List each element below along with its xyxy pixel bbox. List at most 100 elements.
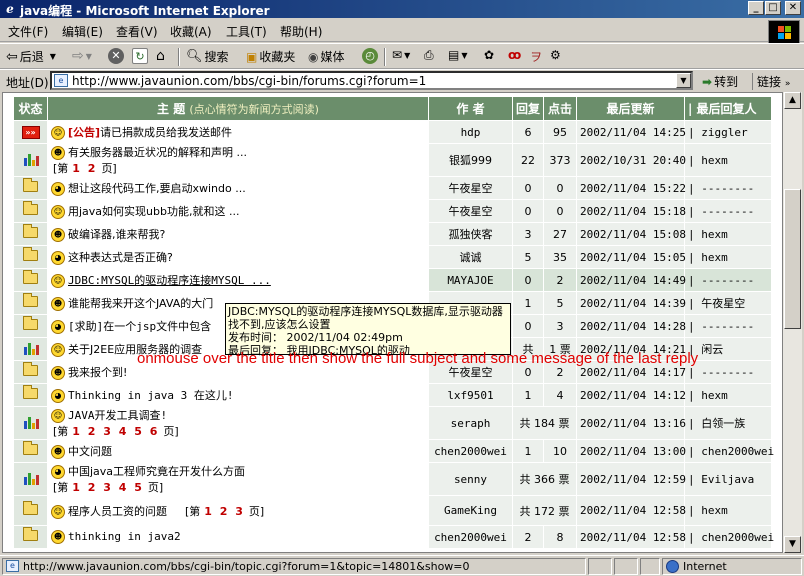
last-replier[interactable]: | -------- (684, 268, 772, 292)
author-link[interactable]: 银狐999 (428, 143, 513, 177)
mood-face-icon[interactable]: ☻ (51, 228, 65, 242)
table-row[interactable]: ◕ 想让这段代码工作,要启动xwindo ... 午夜星空 0 0 2002/11/04 … (13, 176, 772, 200)
author-link[interactable]: chen2000wei (428, 525, 513, 549)
topic-link[interactable]: 有关服务器最近状况的解释和声明 ... (68, 146, 247, 159)
table-row[interactable]: ◕ Thinking in java 3 在这儿! lxf9501 1 4 2002/11… (13, 383, 772, 407)
print-button[interactable]: ⎙ (424, 48, 434, 63)
menu-tools[interactable]: 工具(T) (226, 23, 267, 40)
last-replier[interactable]: | hexm (684, 143, 772, 177)
last-replier[interactable]: | chen2000wei (684, 525, 774, 549)
table-row[interactable]: ☻ 破编译器,谁来帮我? 孤独侠客 3 27 2002/11/04 15:08 | hexm (13, 222, 772, 246)
topic-link[interactable]: 这种表达式是否正确? (68, 251, 173, 264)
scroll-up-button[interactable]: ▲ (784, 92, 801, 109)
mood-face-icon[interactable]: ☺ (51, 409, 65, 423)
table-row[interactable]: ☻ 有关服务器最近状况的解释和声明 ... [第 1 2 页] 银狐999 22 373 200… (13, 143, 772, 177)
mood-face-icon[interactable]: ☻ (51, 297, 65, 311)
last-replier[interactable]: | 白领一族 (684, 406, 772, 440)
table-row[interactable]: »» ☺ [公告]请已捐款成员给我发送邮件 hdp 6 95 2002/11/04 14:2… (13, 120, 772, 144)
menu-view[interactable]: 查看(V) (116, 23, 158, 40)
author-link[interactable]: 午夜星空 (428, 176, 513, 200)
topic-link[interactable]: Thinking in java 3 在这儿! (68, 389, 233, 402)
last-replier[interactable]: | -------- (684, 176, 772, 200)
author-link[interactable]: GameKing (428, 495, 513, 526)
author-link[interactable]: chen2000wei (428, 439, 513, 463)
scroll-down-button[interactable]: ▼ (784, 536, 801, 553)
home-button[interactable]: ⌂ (156, 48, 165, 64)
mood-face-icon[interactable]: ☻ (51, 530, 65, 544)
mood-face-icon[interactable]: ☺ (51, 274, 65, 288)
mail-button[interactable]: ✉ ▼ (392, 48, 410, 62)
last-replier[interactable]: | hexm (684, 222, 772, 246)
stop-button[interactable]: ✕ (108, 48, 124, 64)
mood-face-icon[interactable]: ☺ (51, 205, 65, 219)
last-replier[interactable]: | ziggler (684, 120, 772, 144)
history-button[interactable]: ◴ (362, 48, 378, 64)
last-replier[interactable]: | chen2000wei (684, 439, 774, 463)
menu-file[interactable]: 文件(F) (8, 23, 48, 40)
page-number-links[interactable]: 1 2 (72, 162, 97, 175)
refresh-button[interactable]: ↻ (132, 48, 148, 64)
last-replier[interactable]: | Eviljava (684, 462, 772, 496)
mood-face-icon[interactable]: ☺ (51, 504, 65, 519)
page-number-links[interactable]: 1 2 3 (204, 505, 245, 518)
table-row[interactable]: ◕ 中国java工程师究竟在开发什么方面 [第 1 2 3 4 5 页] senny 共 3… (13, 462, 772, 496)
last-replier[interactable]: | hexm (684, 245, 772, 269)
mood-face-icon[interactable]: ☻ (51, 445, 65, 459)
forward-button[interactable]: ⇨ ▼ (72, 48, 92, 64)
page-number-links[interactable]: 1 2 3 4 5 (72, 481, 144, 494)
close-button[interactable]: ✕ (785, 1, 801, 15)
last-replier[interactable]: | 午夜星空 (684, 291, 772, 315)
mood-face-icon[interactable]: ☻ (51, 366, 65, 380)
mood-face-icon[interactable]: ◕ (51, 182, 65, 196)
author-link[interactable]: seraph (428, 406, 513, 440)
edit-button[interactable]: ▤ ▼ (448, 48, 468, 62)
scroll-thumb[interactable] (784, 189, 801, 329)
topic-link[interactable]: [求助]在一个jsp文件中包含 (68, 320, 211, 333)
topic-link[interactable]: thinking in java2 (68, 530, 181, 543)
mood-face-icon[interactable]: ◕ (51, 320, 65, 334)
menu-edit[interactable]: 编辑(E) (62, 23, 103, 40)
search-button[interactable]: 🔍︎ 搜索 (186, 48, 229, 65)
author-link[interactable]: 孤独侠客 (428, 222, 513, 246)
tool-button[interactable]: ⚙ (550, 48, 561, 62)
mood-face-icon[interactable]: ◕ (51, 389, 65, 403)
media-button[interactable]: ◉ 媒体 (308, 48, 345, 65)
table-row[interactable]: ☺ 用java如何实现ubb功能,就和这 ... 午夜星空 0 0 2002/11/04 … (13, 199, 772, 223)
topic-link[interactable]: JDBC:MYSQL的驱动程序连接MYSQL ... (68, 274, 271, 287)
topic-link[interactable]: 请已捐款成员给我发送邮件 (100, 126, 232, 139)
topic-link[interactable]: 中国java工程师究竟在开发什么方面 (68, 465, 245, 478)
topic-link[interactable]: 程序人员工资的问题 (68, 505, 167, 518)
topic-link[interactable]: 破编译器,谁来帮我? (68, 228, 165, 241)
go-button[interactable]: ➡ 转到 (702, 73, 738, 90)
author-link[interactable]: 诚诚 (428, 245, 513, 269)
vertical-scrollbar[interactable]: ▲ ▼ (783, 92, 802, 553)
topic-link[interactable]: 谁能帮我来开这个JAVA的大门 (68, 297, 213, 310)
last-replier[interactable]: | hexm (684, 383, 772, 407)
table-row[interactable]: ☺ JDBC:MYSQL的驱动程序连接MYSQL ... MAYAJOE 0 2 2002… (13, 268, 772, 292)
menu-help[interactable]: 帮助(H) (280, 23, 322, 40)
author-link[interactable]: 午夜星空 (428, 199, 513, 223)
research-button[interactable]: ヲ (530, 48, 542, 65)
author-link[interactable]: senny (428, 462, 513, 496)
mood-face-icon[interactable]: ☻ (51, 146, 65, 160)
table-row[interactable]: ◕ 这种表达式是否正确? 诚诚 5 35 2002/11/04 15:05 | hexm (13, 245, 772, 269)
maximize-button[interactable]: □ (765, 1, 781, 15)
topic-link[interactable]: JAVA开发工具调查! (68, 409, 167, 422)
links-button[interactable]: 链接 » (752, 73, 790, 90)
table-row[interactable]: ☺ JAVA开发工具调查! [第 1 2 3 4 5 6 页] seraph 共 184 票… (13, 406, 772, 440)
back-button[interactable]: ⇦ 后退 ▼ (6, 48, 56, 65)
favorites-button[interactable]: ▣ 收藏夹 (246, 48, 295, 65)
topic-link[interactable]: 中文问题 (68, 445, 112, 458)
page-number-links[interactable]: 1 2 3 4 5 6 (72, 425, 159, 438)
topic-link[interactable]: 我来报个到! (68, 366, 127, 379)
topic-link[interactable]: 想让这段代码工作,要启动xwindo ... (68, 182, 246, 195)
last-replier[interactable]: | -------- (684, 314, 772, 338)
mood-face-icon[interactable]: ◕ (51, 465, 65, 479)
mood-face-icon[interactable]: ☺ (51, 343, 65, 357)
author-link[interactable]: lxf9501 (428, 383, 513, 407)
last-replier[interactable]: | -------- (684, 199, 772, 223)
address-input[interactable]: e http://www.javaunion.com/bbs/cgi-bin/f… (50, 71, 693, 90)
topic-link[interactable]: 用java如何实现ubb功能,就和这 ... (68, 205, 239, 218)
menu-favorites[interactable]: 收藏(A) (170, 23, 212, 40)
mood-face-icon[interactable]: ◕ (51, 251, 65, 265)
